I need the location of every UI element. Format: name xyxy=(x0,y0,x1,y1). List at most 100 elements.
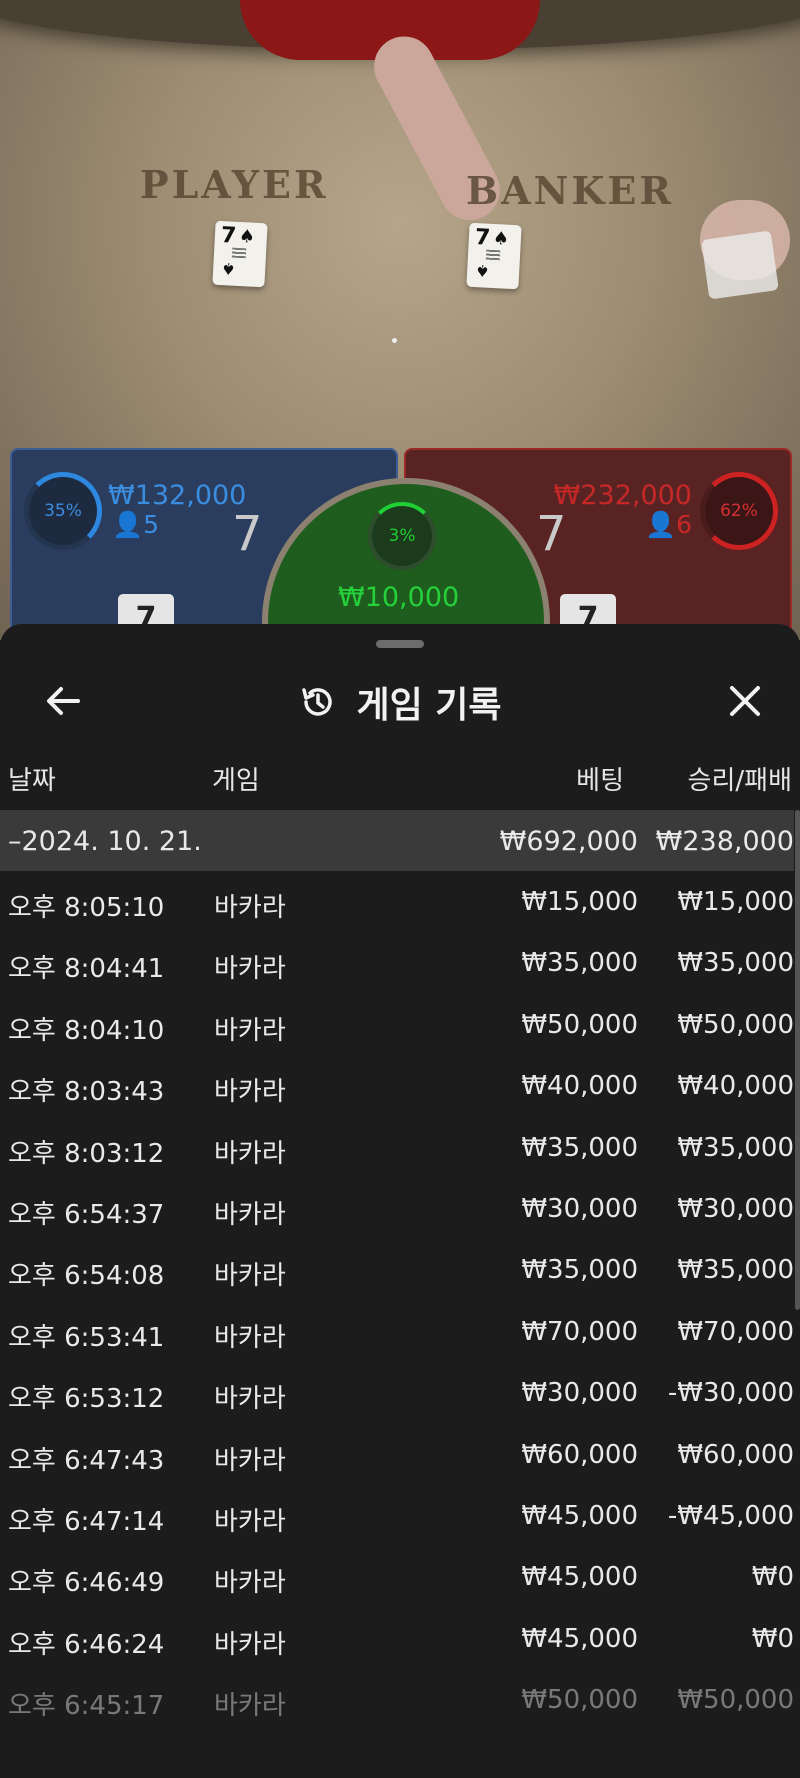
row-bet: ₩60,000 xyxy=(521,1439,638,1470)
row-bet: ₩35,000 xyxy=(521,948,638,979)
row-game: 바카라 xyxy=(214,893,286,923)
banker-playing-card: 7 ♠ ♠ xyxy=(466,222,522,290)
person-icon: 👤 xyxy=(112,510,144,539)
column-date: 날짜 xyxy=(8,766,56,796)
player-percent: 35% xyxy=(44,501,82,521)
row-time: 오후 6:45:17 xyxy=(8,1691,165,1722)
row-bet: ₩30,000 xyxy=(521,1193,638,1224)
player-bet-amount: ₩132,000 xyxy=(108,480,247,511)
row-bet: ₩70,000 xyxy=(521,1316,638,1347)
card-pattern xyxy=(231,247,247,259)
row-game: 바카라 xyxy=(214,954,286,985)
row-bet: ₩30,000 xyxy=(521,1378,638,1409)
sheet-drag-handle[interactable] xyxy=(376,640,424,648)
history-row[interactable]: 오후 6:53:12 바카라 ₩30,000 -₩30,000 xyxy=(0,1362,794,1423)
player-percent-ring: 35% xyxy=(24,472,102,550)
row-bet: ₩35,000 xyxy=(521,1132,638,1163)
player-count-value: 5 xyxy=(143,510,160,539)
day-bet-total: ₩692,000 xyxy=(499,826,638,857)
history-column-header: 날짜 게임 베팅 승리/패배 xyxy=(0,760,800,804)
row-win-loss: ₩15,000 xyxy=(677,887,794,917)
column-bet: 베팅 xyxy=(576,766,624,796)
spade-icon: ♠ xyxy=(474,261,491,281)
history-row[interactable]: 오후 6:47:43 바카라 ₩60,000 ₩60,000 xyxy=(0,1424,794,1485)
history-row[interactable]: 오후 8:03:12 바카라 ₩35,000 ₩35,000 xyxy=(0,1117,794,1178)
spade-icon: ♠ xyxy=(220,259,237,279)
row-win-loss: ₩60,000 xyxy=(677,1439,794,1470)
banker-count-value: 6 xyxy=(676,510,692,539)
table-marker xyxy=(392,338,397,343)
history-row[interactable]: 오후 6:54:08 바카라 ₩35,000 ₩35,000 xyxy=(0,1239,794,1300)
row-time: 오후 8:04:41 xyxy=(8,954,165,985)
row-bet: ₩50,000 xyxy=(521,1685,638,1716)
row-game: 바카라 xyxy=(214,1199,286,1230)
row-win-loss: ₩35,000 xyxy=(677,948,794,979)
history-row[interactable]: 오후 6:54:37 바카라 ₩30,000 ₩30,000 xyxy=(0,1178,794,1239)
row-time: 오후 6:54:37 xyxy=(8,1199,165,1230)
row-time: 오후 8:03:12 xyxy=(8,1138,165,1169)
row-bet: ₩45,000 xyxy=(521,1562,638,1593)
close-icon xyxy=(730,686,760,716)
close-button[interactable] xyxy=(720,676,770,726)
row-win-loss: -₩45,000 xyxy=(667,1500,794,1531)
row-time: 오후 8:04:10 xyxy=(8,1015,165,1046)
player-score: 7 xyxy=(232,506,263,562)
scrollbar[interactable] xyxy=(795,810,800,1310)
row-time: 오후 6:46:24 xyxy=(8,1629,165,1660)
row-time: 오후 6:53:41 xyxy=(8,1322,165,1353)
row-win-loss: ₩0 xyxy=(751,1623,794,1654)
banker-percent-ring: 62% xyxy=(700,472,778,550)
row-win-loss: ₩40,000 xyxy=(677,1071,794,1102)
history-row[interactable]: 오후 8:04:41 바카라 ₩35,000 ₩35,000 xyxy=(0,932,794,993)
row-win-loss: ₩35,000 xyxy=(677,1132,794,1163)
spade-icon: ♠ xyxy=(492,227,510,250)
history-row[interactable]: 오후 8:03:43 바카라 ₩40,000 ₩40,000 xyxy=(0,1055,794,1116)
sheet-header: 게임 기록 xyxy=(0,668,800,738)
person-icon: 👤 xyxy=(644,510,677,539)
row-win-loss: ₩30,000 xyxy=(677,1193,794,1224)
sheet-title: 게임 기록 xyxy=(356,685,502,726)
row-game: 바카라 xyxy=(214,1506,286,1537)
player-playing-card: 7 ♠ ♠ xyxy=(212,220,268,288)
row-win-loss: ₩0 xyxy=(751,1562,794,1593)
row-time: 오후 6:47:43 xyxy=(8,1445,165,1476)
row-game: 바카라 xyxy=(214,1261,286,1292)
row-bet: ₩35,000 xyxy=(521,1255,638,1286)
player-bettor-count: 👤5 xyxy=(112,510,159,540)
row-time: 오후 6:54:08 xyxy=(8,1261,165,1292)
history-row[interactable]: 오후 6:47:14 바카라 ₩45,000 -₩45,000 xyxy=(0,1485,794,1546)
history-list[interactable]: –2024. 10. 21. ₩692,000 ₩238,000 오후 8:05… xyxy=(0,810,794,1730)
row-game: 바카라 xyxy=(214,1077,286,1108)
day-label: –2024. 10. 21. xyxy=(8,826,202,857)
row-win-loss: -₩30,000 xyxy=(667,1378,794,1409)
banker-card-rank: 7 xyxy=(474,224,491,251)
row-game: 바카라 xyxy=(214,1629,286,1660)
player-card-rank: 7 xyxy=(220,222,237,249)
banker-percent: 62% xyxy=(720,501,758,521)
sheet-title-group: 게임 기록 xyxy=(0,676,800,728)
history-row[interactable]: 오후 6:46:24 바카라 ₩45,000 ₩0 xyxy=(0,1608,794,1669)
table-player-label: PLAYER xyxy=(140,162,329,207)
day-summary-row[interactable]: –2024. 10. 21. ₩692,000 ₩238,000 xyxy=(0,810,794,871)
history-row[interactable]: 오후 6:53:41 바카라 ₩70,000 ₩70,000 xyxy=(0,1301,794,1362)
row-bet: ₩40,000 xyxy=(521,1071,638,1102)
banker-bet-amount: ₩232,000 xyxy=(553,480,692,511)
row-time: 오후 6:53:12 xyxy=(8,1384,165,1415)
row-win-loss: ₩35,000 xyxy=(677,1255,794,1286)
row-time: 오후 8:03:43 xyxy=(8,1077,165,1108)
banker-score: 7 xyxy=(536,506,567,562)
history-row[interactable]: 오후 8:05:10 바카라 ₩15,000 ₩15,000 xyxy=(0,871,794,932)
column-game: 게임 xyxy=(212,766,260,796)
history-row[interactable]: 오후 6:46:49 바카라 ₩45,000 ₩0 xyxy=(0,1546,794,1607)
row-win-loss: ₩50,000 xyxy=(677,1009,794,1040)
row-win-loss: ₩50,000 xyxy=(677,1685,794,1716)
history-rows: 오후 8:05:10 바카라 ₩15,000 ₩15,000 오후 8:04:41 바카라… xyxy=(0,871,794,1730)
row-time: 오후 8:05:10 xyxy=(8,893,165,923)
card-pattern xyxy=(485,249,501,261)
row-win-loss: ₩70,000 xyxy=(677,1316,794,1347)
row-game: 바카라 xyxy=(214,1384,286,1415)
history-row[interactable]: 오후 8:04:10 바카라 ₩50,000 ₩50,000 xyxy=(0,994,794,1055)
history-row[interactable]: 오후 6:45:17 바카라 ₩50,000 ₩50,000 xyxy=(0,1669,794,1730)
row-game: 바카라 xyxy=(214,1691,286,1722)
banker-bettor-count: 👤6 xyxy=(645,510,692,540)
